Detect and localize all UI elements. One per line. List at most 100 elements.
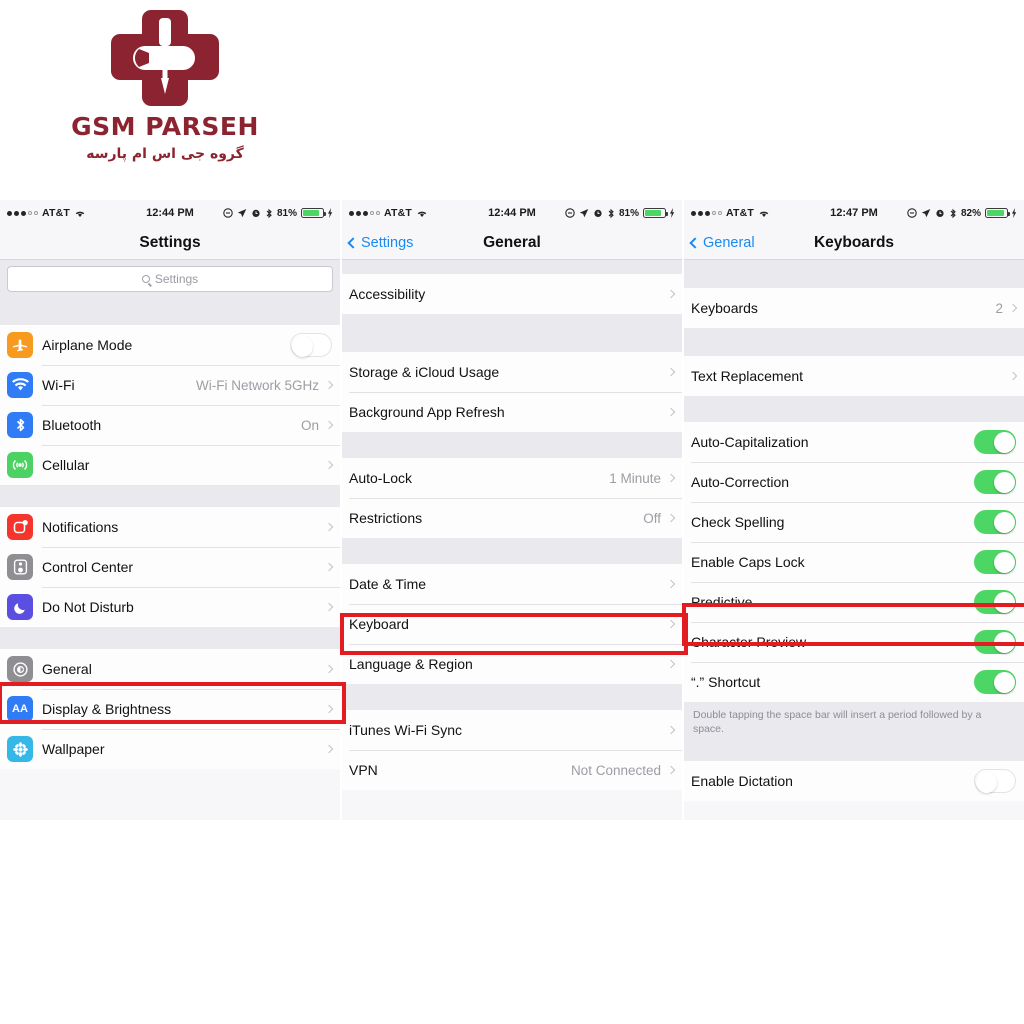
- row-label: Character Preview: [691, 634, 807, 650]
- back-button[interactable]: Settings: [342, 235, 413, 251]
- character-preview-toggle[interactable]: [974, 630, 1016, 654]
- search-placeholder: Settings: [154, 272, 199, 286]
- chevron-right-icon: [324, 460, 334, 470]
- back-button[interactable]: General: [684, 235, 755, 251]
- row-label: Do Not Disturb: [42, 599, 134, 615]
- charging-bolt-icon: [328, 208, 333, 218]
- row-label: Wallpaper: [42, 741, 105, 757]
- row-label: Cellular: [42, 457, 90, 473]
- chevron-right-icon: [666, 407, 676, 417]
- panel-settings: AT&T 12:44 PM 81% Settings Settings Airp…: [0, 200, 340, 820]
- panel-keyboards: AT&T 12:47 PM 82% General Keyboards Keyb…: [684, 200, 1024, 820]
- period-shortcut-toggle[interactable]: [974, 670, 1016, 694]
- battery-icon: [985, 208, 1010, 218]
- row-control-center[interactable]: Control Center: [0, 547, 340, 587]
- row-label: Restrictions: [349, 510, 423, 526]
- status-bar: AT&T 12:47 PM 82%: [684, 200, 1024, 226]
- row-background-app-refresh[interactable]: Background App Refresh: [342, 392, 682, 432]
- row-enable-caps-lock[interactable]: Enable Caps Lock: [684, 542, 1024, 582]
- row-enable-dictation[interactable]: Enable Dictation: [684, 761, 1024, 802]
- do-not-disturb-icon: [565, 208, 575, 218]
- search-icon: [141, 275, 150, 283]
- alarm-clock-icon: [936, 209, 944, 217]
- sidebar-item-general[interactable]: General: [0, 649, 340, 689]
- row-vpn[interactable]: VPN Not Connected: [342, 750, 682, 790]
- general-group-datetime: Date & Time Keyboard Language & Region: [342, 564, 682, 684]
- section-gap: [342, 684, 682, 710]
- row-do-not-disturb[interactable]: Do Not Disturb: [0, 587, 340, 627]
- section-gap: [342, 432, 682, 458]
- row-storage-icloud-usage[interactable]: Storage & iCloud Usage: [342, 352, 682, 392]
- row-text-replacement[interactable]: Text Replacement: [684, 356, 1024, 396]
- row-keyboard[interactable]: Keyboard: [342, 604, 682, 644]
- chevron-right-icon: [666, 619, 676, 629]
- row-restrictions[interactable]: Restrictions Off: [342, 498, 682, 538]
- moon-icon: [7, 594, 33, 620]
- row-label: “.” Shortcut: [691, 674, 761, 690]
- row-label: Enable Dictation: [691, 773, 793, 790]
- row-value: On: [300, 417, 319, 433]
- row-keyboards[interactable]: Keyboards 2: [684, 288, 1024, 328]
- row-label: Wi-Fi: [42, 377, 75, 393]
- row-predictive[interactable]: Predictive: [684, 582, 1024, 622]
- row-accessibility[interactable]: Accessibility: [342, 274, 682, 314]
- row-itunes-wifi-sync[interactable]: iTunes Wi-Fi Sync: [342, 710, 682, 750]
- nav-bar-settings: Settings: [0, 226, 340, 260]
- row-auto-correction[interactable]: Auto-Correction: [684, 462, 1024, 502]
- row-label: Storage & iCloud Usage: [349, 364, 500, 380]
- row-label: Accessibility: [349, 286, 426, 302]
- row-airplane-mode[interactable]: Airplane Mode: [0, 325, 340, 365]
- status-bar: AT&T 12:44 PM 81%: [342, 200, 682, 226]
- enable-caps-lock-toggle[interactable]: [974, 550, 1016, 574]
- row-language-region[interactable]: Language & Region: [342, 644, 682, 684]
- keyboard-footnote: Double tapping the space bar will insert…: [684, 702, 1024, 746]
- nav-bar-keyboards: General Keyboards: [684, 226, 1024, 260]
- row-check-spelling[interactable]: Check Spelling: [684, 502, 1024, 542]
- battery-icon: [643, 208, 668, 218]
- check-spelling-toggle[interactable]: [974, 510, 1016, 534]
- row-label: Auto-Capitalization: [691, 434, 809, 450]
- auto-correction-toggle[interactable]: [974, 470, 1016, 494]
- back-label: General: [703, 234, 755, 251]
- location-arrow-icon: [579, 209, 589, 218]
- row-bluetooth[interactable]: Bluetooth On: [0, 405, 340, 445]
- row-auto-capitalization[interactable]: Auto-Capitalization: [684, 422, 1024, 462]
- chevron-right-icon: [666, 765, 676, 775]
- keyboards-group-list: Keyboards 2: [684, 288, 1024, 328]
- section-gap: [342, 314, 682, 352]
- row-auto-lock[interactable]: Auto-Lock 1 Minute: [342, 458, 682, 498]
- do-not-disturb-icon: [223, 208, 233, 218]
- airplane-mode-toggle[interactable]: [290, 333, 332, 357]
- signal-dots-icon: [349, 210, 380, 216]
- section-gap: [684, 745, 1024, 762]
- row-display-brightness[interactable]: AA Display & Brightness: [0, 689, 340, 729]
- row-value: Wi-Fi Network 5GHz: [195, 377, 319, 393]
- auto-capitalization-toggle[interactable]: [974, 430, 1016, 454]
- enable-dictation-toggle[interactable]: [974, 769, 1016, 794]
- bluetooth-icon: [608, 208, 614, 218]
- row-character-preview[interactable]: Character Preview: [684, 622, 1024, 662]
- nav-bar-general: Settings General: [342, 226, 682, 260]
- chevron-left-icon: [347, 236, 359, 249]
- row-wallpaper[interactable]: Wallpaper: [0, 729, 340, 769]
- chevron-right-icon: [666, 659, 676, 669]
- panel-general: AT&T 12:44 PM 81% Settings General Acces…: [342, 200, 682, 820]
- row-date-time[interactable]: Date & Time: [342, 564, 682, 604]
- control-center-icon: [7, 554, 33, 580]
- location-arrow-icon: [237, 209, 247, 218]
- predictive-toggle[interactable]: [974, 590, 1016, 614]
- tools-overlay-icon: [133, 18, 195, 94]
- row-label: Predictive: [691, 594, 753, 610]
- chevron-right-icon: [324, 744, 334, 754]
- row-cellular[interactable]: Cellular: [0, 445, 340, 485]
- row-period-shortcut[interactable]: “.” Shortcut: [684, 662, 1024, 702]
- general-group-accessibility: Accessibility: [342, 274, 682, 314]
- row-notifications[interactable]: Notifications: [0, 507, 340, 547]
- search-input[interactable]: Settings: [7, 266, 333, 292]
- wallpaper-flower-icon: [7, 736, 33, 762]
- chevron-right-icon: [1008, 371, 1018, 381]
- gsm-parseh-logo: GSM PARSEH گروه جی اس ام پارسه: [0, 8, 330, 173]
- row-wifi[interactable]: Wi-Fi Wi-Fi Network 5GHz: [0, 365, 340, 405]
- chevron-right-icon: [666, 725, 676, 735]
- keyboards-group-text-replacement: Text Replacement: [684, 356, 1024, 396]
